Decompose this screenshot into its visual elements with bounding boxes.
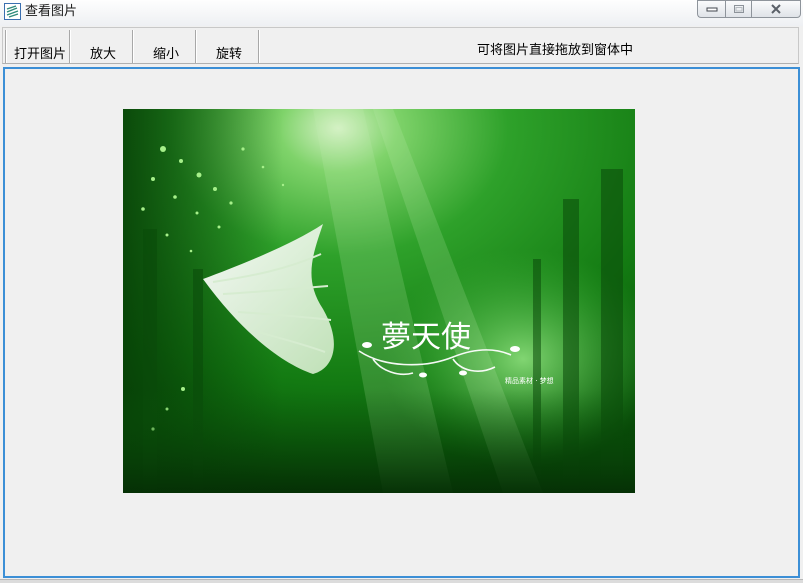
drag-drop-hint: 可将图片直接拖放到窗体中 — [477, 43, 634, 58]
displayed-image[interactable]: 夢天使 精品素材 · 梦想 — [123, 109, 635, 493]
toolbar-separator — [195, 30, 197, 63]
toolbar-separator — [258, 30, 260, 63]
app-icon — [4, 3, 21, 20]
toolbar-separator — [132, 30, 134, 63]
window-title: 查看图片 — [25, 4, 78, 19]
close-icon — [771, 4, 781, 14]
minimize-button[interactable] — [697, 0, 725, 18]
artwork-title: 夢天使 — [381, 320, 471, 355]
zoom-out-button[interactable]: 缩小 — [135, 30, 197, 63]
status-strip — [0, 579, 803, 583]
maximize-button[interactable] — [725, 0, 751, 18]
close-button[interactable] — [751, 0, 801, 18]
rotate-button[interactable]: 旋转 — [198, 30, 260, 63]
toolbar: 打开图片 放大 缩小 旋转 可将图片直接拖放到窗体中 — [2, 27, 799, 64]
toolbar-separator — [5, 30, 7, 63]
minimize-icon — [706, 7, 717, 12]
image-drop-panel[interactable]: 夢天使 精品素材 · 梦想 — [3, 67, 800, 578]
title-bar[interactable]: 查看图片 — [0, 0, 803, 26]
green-angel-wallpaper: 夢天使 精品素材 · 梦想 — [123, 109, 635, 493]
artwork-caption: 精品素材 · 梦想 — [505, 376, 554, 385]
toolbar-separator — [69, 30, 71, 63]
zoom-in-button[interactable]: 放大 — [72, 30, 134, 63]
maximize-icon — [733, 5, 744, 13]
open-image-button[interactable]: 打开图片 — [9, 30, 71, 63]
app-window: 查看图片 打开图片 放大 缩小 旋转 可将图片直接拖放到窗体中 夢天使 精品素材… — [0, 0, 803, 583]
